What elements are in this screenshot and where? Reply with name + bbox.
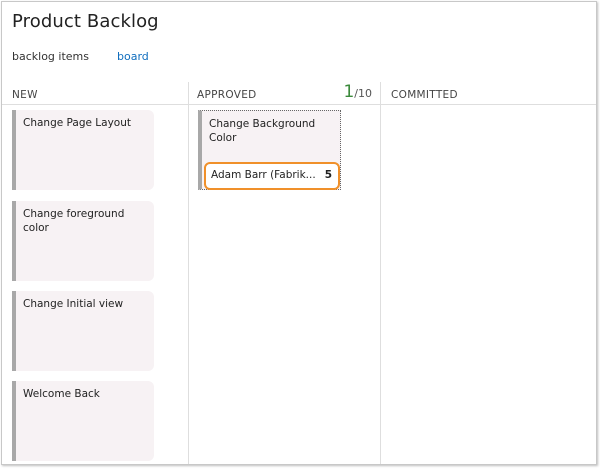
column-title-approved: APPROVED <box>197 89 257 101</box>
assigned-to-field[interactable]: Adam Barr (Fabrik... 5 <box>204 162 340 190</box>
assigned-to-name: Adam Barr (Fabrik... <box>211 169 316 181</box>
wip-current: 1 <box>343 82 355 102</box>
card-title: Change Page Layout <box>23 117 131 129</box>
column-header-committed: COMMITTED <box>380 82 596 105</box>
column-divider <box>188 82 189 464</box>
tab-backlog-items[interactable]: backlog items <box>12 50 89 63</box>
card-new[interactable]: Change Initial view <box>12 291 154 371</box>
column-divider <box>380 82 381 464</box>
card-new[interactable]: Change Page Layout <box>12 110 154 190</box>
column-header-approved: APPROVED 1/10 <box>188 82 380 105</box>
wip-max: /10 <box>354 87 372 100</box>
page-title: Product Backlog <box>12 11 159 32</box>
wip-limit: 1/10 <box>343 82 372 102</box>
backlog-window: Product Backlog backlog items board NEW … <box>1 1 597 465</box>
effort-value: 5 <box>324 169 332 181</box>
card-new[interactable]: Change foreground color <box>12 201 154 281</box>
card-title: Welcome Back <box>23 388 100 400</box>
card-new[interactable]: Welcome Back <box>12 381 154 461</box>
column-title-new: NEW <box>12 89 38 101</box>
card-title: Change Initial view <box>23 298 124 310</box>
kanban-board: NEW APPROVED 1/10 COMMITTED Change Page … <box>2 82 596 464</box>
column-title-committed: COMMITTED <box>391 89 458 101</box>
tab-board[interactable]: board <box>117 50 149 63</box>
card-title: Change foreground color <box>23 208 125 234</box>
card-title: Change Background Color <box>209 118 316 144</box>
column-header-new: NEW <box>2 82 188 105</box>
